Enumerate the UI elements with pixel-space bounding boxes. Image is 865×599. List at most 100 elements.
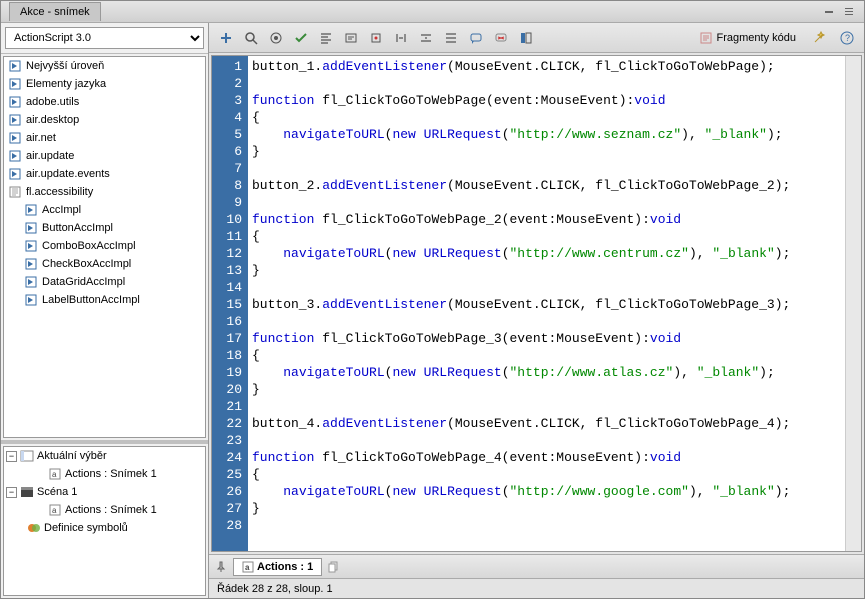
- collapse-between-icon[interactable]: [390, 27, 412, 49]
- package-icon: [8, 95, 22, 109]
- check-syntax-icon[interactable]: [290, 27, 312, 49]
- class-icon: [24, 221, 38, 235]
- class-item[interactable]: LabelButtonAccImpl: [4, 291, 205, 309]
- minus-icon[interactable]: −: [6, 487, 17, 498]
- line-gutter: 1234567891011121314151617181920212223242…: [212, 56, 248, 551]
- package-tree[interactable]: Nejvyšší úroveň Elementy jazyka adobe.util…: [3, 56, 206, 438]
- package-icon: [8, 113, 22, 127]
- nav-actions-frame-2[interactable]: a Actions : Snímek 1: [4, 501, 205, 519]
- cursor-position: Řádek 28 z 28, sloup. 1: [217, 583, 333, 595]
- apply-comment-icon[interactable]: [465, 27, 487, 49]
- expand-all-icon[interactable]: [440, 27, 462, 49]
- nav-actions-frame[interactable]: a Actions : Snímek 1: [4, 465, 205, 483]
- clapper-icon: [20, 485, 34, 499]
- svg-text:?: ?: [845, 33, 850, 43]
- class-icon: [24, 257, 38, 271]
- minus-icon[interactable]: −: [6, 451, 17, 462]
- titlebar: Akce - snímek: [1, 1, 864, 23]
- fragments-label: Fragmenty kódu: [717, 32, 796, 44]
- nav-label: Actions : Snímek 1: [65, 468, 157, 480]
- package-label: fl.accessibility: [26, 186, 93, 198]
- status-bar: Řádek 28 z 28, sloup. 1: [209, 578, 864, 598]
- snippet-icon: [699, 31, 713, 45]
- package-icon: [8, 77, 22, 91]
- package-label: air.update.events: [26, 168, 110, 180]
- package-label: Nejvyšší úroveň: [26, 60, 104, 72]
- show-hide-toolbox-icon[interactable]: [515, 27, 537, 49]
- debug-options-icon[interactable]: [365, 27, 387, 49]
- class-item[interactable]: CheckBoxAccImpl: [4, 255, 205, 273]
- package-item[interactable]: fl.accessibility: [4, 183, 205, 201]
- panel-title-tab[interactable]: Akce - snímek: [9, 2, 101, 21]
- navigator-tree[interactable]: − Aktuální výběr a Actions : Snímek 1 −: [3, 446, 206, 596]
- class-icon: [24, 293, 38, 307]
- package-item[interactable]: air.desktop: [4, 111, 205, 129]
- new-tab-icon[interactable]: [326, 559, 342, 575]
- class-label: CheckBoxAccImpl: [42, 258, 131, 270]
- code-hint-icon[interactable]: [340, 27, 362, 49]
- class-item[interactable]: DataGridAccImpl: [4, 273, 205, 291]
- package-icon: [8, 149, 22, 163]
- package-item[interactable]: adobe.utils: [4, 93, 205, 111]
- nav-current-selection[interactable]: − Aktuální výběr: [4, 447, 205, 465]
- class-label: ButtonAccImpl: [42, 222, 113, 234]
- main-area: ActionScript 3.0 Nejvyšší úroveň Elementy…: [1, 23, 864, 598]
- add-item-icon[interactable]: [215, 27, 237, 49]
- package-open-icon: [8, 185, 22, 199]
- remove-comment-icon[interactable]: [490, 27, 512, 49]
- nav-label: Scéna 1: [37, 486, 77, 498]
- script-version-dropdown[interactable]: ActionScript 3.0: [5, 27, 204, 49]
- class-label: DataGridAccImpl: [42, 276, 125, 288]
- package-item[interactable]: Nejvyšší úroveň: [4, 57, 205, 75]
- nav-symbol-defs[interactable]: Definice symbolů: [4, 519, 205, 537]
- package-item[interactable]: air.update.events: [4, 165, 205, 183]
- actions-icon: a: [48, 503, 62, 517]
- find-icon[interactable]: [240, 27, 262, 49]
- class-item[interactable]: AccImpl: [4, 201, 205, 219]
- nav-label: Definice symbolů: [44, 522, 128, 534]
- svg-text:a: a: [52, 470, 57, 479]
- vertical-scrollbar[interactable]: [845, 56, 861, 551]
- class-icon: [24, 239, 38, 253]
- wand-icon[interactable]: [808, 27, 830, 49]
- package-icon: [8, 131, 22, 145]
- script-tab[interactable]: a Actions : 1: [233, 558, 322, 576]
- nav-scene[interactable]: − Scéna 1: [4, 483, 205, 501]
- nav-label: Actions : Snímek 1: [65, 504, 157, 516]
- frame-icon: [20, 449, 34, 463]
- pin-icon[interactable]: [213, 559, 229, 575]
- package-item[interactable]: air.update: [4, 147, 205, 165]
- auto-format-icon[interactable]: [315, 27, 337, 49]
- package-label: air.net: [26, 132, 56, 144]
- sidebar: ActionScript 3.0 Nejvyšší úroveň Elementy…: [1, 23, 209, 598]
- class-label: AccImpl: [42, 204, 81, 216]
- package-label: adobe.utils: [26, 96, 79, 108]
- package-item[interactable]: air.net: [4, 129, 205, 147]
- script-tab-label: Actions : 1: [257, 561, 313, 573]
- actions-panel-window: Akce - snímek ActionScript 3.0 Nejvyšší …: [0, 0, 865, 599]
- package-label: Elementy jazyka: [26, 78, 106, 90]
- package-icon: [8, 59, 22, 73]
- splitter[interactable]: [1, 440, 208, 444]
- collapse-selection-icon[interactable]: [415, 27, 437, 49]
- class-item[interactable]: ButtonAccImpl: [4, 219, 205, 237]
- actions-icon: a: [48, 467, 62, 481]
- code-text[interactable]: button_1.addEventListener(MouseEvent.CLI…: [248, 56, 845, 551]
- package-item[interactable]: Elementy jazyka: [4, 75, 205, 93]
- class-item[interactable]: ComboBoxAccImpl: [4, 237, 205, 255]
- target-icon[interactable]: [265, 27, 287, 49]
- editor-area: Fragmenty kódu ? 12345678910111213141516…: [209, 23, 864, 598]
- script-tabs: a Actions : 1: [209, 554, 864, 578]
- code-editor[interactable]: 1234567891011121314151617181920212223242…: [211, 55, 862, 552]
- class-icon: [24, 203, 38, 217]
- class-label: ComboBoxAccImpl: [42, 240, 136, 252]
- menu-icon[interactable]: [842, 5, 856, 19]
- actions-icon: a: [242, 561, 254, 573]
- help-icon[interactable]: ?: [836, 27, 858, 49]
- code-snippets-button[interactable]: Fragmenty kódu: [693, 29, 802, 47]
- package-label: air.update: [26, 150, 74, 162]
- symbol-icon: [27, 521, 41, 535]
- collapse-icon[interactable]: [822, 5, 836, 19]
- nav-label: Aktuální výběr: [37, 450, 107, 462]
- class-label: LabelButtonAccImpl: [42, 294, 140, 306]
